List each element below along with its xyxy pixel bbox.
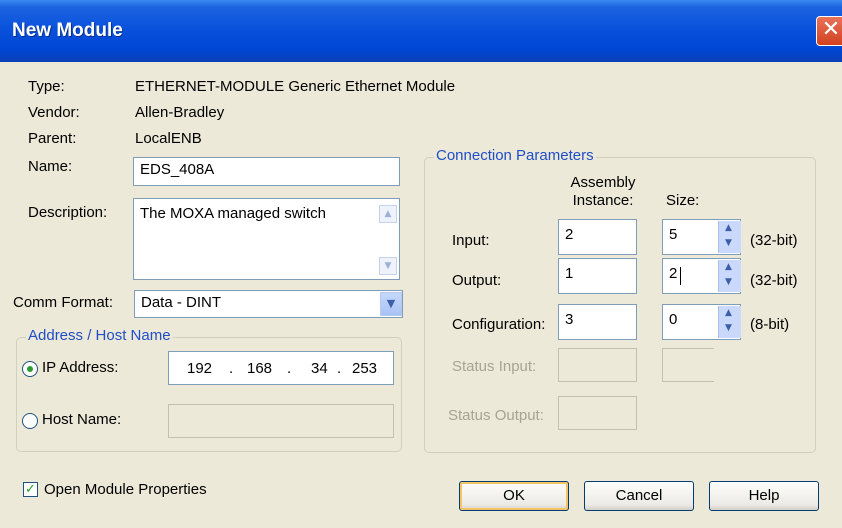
spin-up-icon[interactable]: ▲ xyxy=(725,262,732,272)
ip-address-radio[interactable] xyxy=(22,361,38,377)
status-output-field[interactable] xyxy=(558,396,637,430)
input-size-unit: (32-bit) xyxy=(750,232,798,249)
open-module-properties-label: Open Module Properties xyxy=(44,481,207,498)
scroll-up-icon[interactable]: ▲ xyxy=(379,205,397,223)
window-title: New Module xyxy=(12,20,123,41)
address-group-legend: Address / Host Name xyxy=(26,327,173,344)
configuration-instance-value: 3 xyxy=(565,311,574,328)
configuration-size-spin-buttons[interactable]: ▲ ▼ xyxy=(718,306,741,338)
status-input-label: Status Input: xyxy=(452,358,537,375)
configuration-instance-field[interactable]: 3 xyxy=(558,304,637,340)
output-size-spin-buttons[interactable]: ▲ ▼ xyxy=(718,260,741,292)
title-bar[interactable]: New Module ✕ xyxy=(0,0,842,62)
name-input[interactable]: EDS_408A xyxy=(133,157,400,186)
status-input-size-field[interactable] xyxy=(662,348,714,382)
description-label: Description: xyxy=(28,204,108,221)
ip-address-label: IP Address: xyxy=(42,359,119,376)
output-size-value: 2 xyxy=(669,265,678,282)
ip-dot-separator: . xyxy=(229,360,234,377)
assembly-instance-header: Assembly Instance: xyxy=(570,174,636,209)
configuration-label: Configuration: xyxy=(452,316,546,333)
host-name-input[interactable] xyxy=(168,404,394,438)
input-instance-field[interactable]: 2 xyxy=(558,219,637,255)
host-name-label: Host Name: xyxy=(42,411,122,428)
configuration-size-unit: (8-bit) xyxy=(750,316,790,333)
type-value: ETHERNET-MODULE Generic Ethernet Module xyxy=(135,78,456,95)
configuration-size-spinner[interactable]: 0 ▲ ▼ xyxy=(662,304,741,340)
new-module-dialog: New Module ✕ Type: ETHERNET-MODULE Gener… xyxy=(0,0,842,528)
ip-octet-1[interactable]: 192 xyxy=(187,360,212,377)
status-output-label: Status Output: xyxy=(448,407,544,424)
spin-down-icon[interactable]: ▼ xyxy=(725,277,732,287)
ip-octet-3[interactable]: 34 xyxy=(311,360,328,377)
ok-button[interactable]: OK xyxy=(459,481,569,511)
configuration-size-value: 0 xyxy=(669,311,678,328)
comm-format-select[interactable]: Data - DINT ▼ xyxy=(134,290,403,318)
host-name-radio[interactable] xyxy=(22,413,38,429)
size-header: Size: xyxy=(666,192,700,209)
status-input-field[interactable] xyxy=(558,348,637,382)
ip-dot-separator: . xyxy=(337,360,342,377)
chevron-down-icon[interactable]: ▼ xyxy=(380,292,402,316)
connection-parameters-legend: Connection Parameters xyxy=(434,147,596,164)
open-module-properties-checkbox[interactable]: ✓ xyxy=(23,482,38,497)
input-size-spinner[interactable]: 5 ▲ ▼ xyxy=(662,219,741,255)
parent-label: Parent: xyxy=(28,130,77,147)
radio-selected-dot xyxy=(27,366,33,372)
ip-octet-2[interactable]: 168 xyxy=(247,360,272,377)
comm-format-label: Comm Format: xyxy=(13,294,114,311)
ip-address-field[interactable]: 192 . 168 . 34 . 253 xyxy=(168,351,394,385)
spin-down-icon[interactable]: ▼ xyxy=(725,238,732,248)
ip-dot-separator: . xyxy=(287,360,292,377)
spin-up-icon[interactable]: ▲ xyxy=(725,223,732,233)
output-size-unit: (32-bit) xyxy=(750,272,798,289)
description-textarea[interactable]: The MOXA managed switch ▲ ▼ xyxy=(133,198,400,280)
vendor-label: Vendor: xyxy=(28,104,80,121)
description-value: The MOXA managed switch xyxy=(140,205,326,222)
parent-value: LocalENB xyxy=(135,130,202,147)
spin-up-icon[interactable]: ▲ xyxy=(725,308,732,318)
cancel-button[interactable]: Cancel xyxy=(584,481,694,511)
text-cursor xyxy=(680,267,681,285)
scroll-down-icon[interactable]: ▼ xyxy=(379,257,397,275)
input-label: Input: xyxy=(452,232,490,249)
output-instance-value: 1 xyxy=(565,265,574,282)
output-label: Output: xyxy=(452,272,502,289)
name-label: Name: xyxy=(28,158,73,175)
input-size-value: 5 xyxy=(669,226,678,243)
output-instance-field[interactable]: 1 xyxy=(558,258,637,294)
vendor-value: Allen-Bradley xyxy=(135,104,225,121)
output-size-spinner[interactable]: 2 ▲ ▼ xyxy=(662,258,741,294)
type-label: Type: xyxy=(28,78,65,95)
comm-format-value: Data - DINT xyxy=(141,294,222,311)
help-button[interactable]: Help xyxy=(709,481,819,511)
input-size-spin-buttons[interactable]: ▲ ▼ xyxy=(718,221,741,253)
input-instance-value: 2 xyxy=(565,226,574,243)
name-input-value: EDS_408A xyxy=(140,161,215,178)
close-icon[interactable]: ✕ xyxy=(816,16,842,46)
spin-down-icon[interactable]: ▼ xyxy=(725,323,732,333)
ip-octet-4[interactable]: 253 xyxy=(352,360,377,377)
